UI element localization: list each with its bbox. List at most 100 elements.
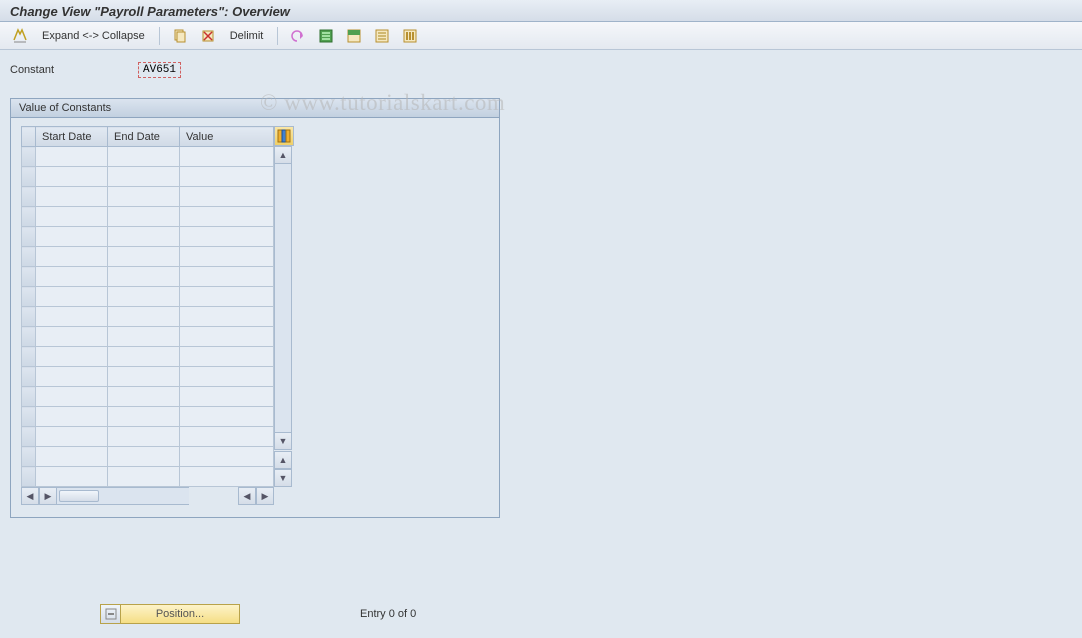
cell-end[interactable] (108, 147, 180, 167)
delimit-button[interactable]: Delimit (224, 30, 270, 42)
hscroll-thumb[interactable] (59, 490, 99, 502)
cell-value[interactable] (180, 287, 274, 307)
cell-start[interactable] (36, 227, 108, 247)
cell-value[interactable] (180, 147, 274, 167)
table-row[interactable] (22, 407, 274, 427)
cell-start[interactable] (36, 147, 108, 167)
cell-value[interactable] (180, 407, 274, 427)
cell-end[interactable] (108, 347, 180, 367)
table-row[interactable] (22, 367, 274, 387)
cell-value[interactable] (180, 427, 274, 447)
cell-value[interactable] (180, 467, 274, 487)
row-selector[interactable] (22, 207, 36, 227)
cell-start[interactable] (36, 387, 108, 407)
cell-end[interactable] (108, 467, 180, 487)
cell-start[interactable] (36, 207, 108, 227)
table-settings-icon[interactable] (398, 26, 422, 46)
table-row[interactable] (22, 167, 274, 187)
cell-start[interactable] (36, 187, 108, 207)
cell-start[interactable] (36, 307, 108, 327)
row-selector[interactable] (22, 447, 36, 467)
row-selector[interactable] (22, 227, 36, 247)
row-selector[interactable] (22, 367, 36, 387)
cell-start[interactable] (36, 427, 108, 447)
cell-end[interactable] (108, 167, 180, 187)
cell-value[interactable] (180, 327, 274, 347)
undo-icon[interactable] (286, 26, 310, 46)
cell-end[interactable] (108, 447, 180, 467)
cell-start[interactable] (36, 407, 108, 427)
copy-icon[interactable] (168, 26, 192, 46)
cell-value[interactable] (180, 227, 274, 247)
table-row[interactable] (22, 247, 274, 267)
row-selector[interactable] (22, 327, 36, 347)
cell-value[interactable] (180, 367, 274, 387)
table-row[interactable] (22, 307, 274, 327)
hscroll-track[interactable] (57, 487, 189, 505)
col-header-value[interactable]: Value (180, 127, 274, 147)
cell-value[interactable] (180, 207, 274, 227)
scroll-right-step-icon[interactable]: ▶ (39, 487, 57, 505)
row-selector[interactable] (22, 267, 36, 287)
position-button[interactable]: Position... (100, 604, 240, 624)
cell-start[interactable] (36, 167, 108, 187)
delete-icon[interactable] (196, 26, 220, 46)
cell-value[interactable] (180, 307, 274, 327)
row-selector[interactable] (22, 387, 36, 407)
scroll-up-icon[interactable]: ▲ (274, 146, 292, 164)
row-selector[interactable] (22, 147, 36, 167)
table-row[interactable] (22, 347, 274, 367)
cell-end[interactable] (108, 247, 180, 267)
cell-start[interactable] (36, 247, 108, 267)
row-selector[interactable] (22, 187, 36, 207)
table-row[interactable] (22, 187, 274, 207)
cell-value[interactable] (180, 447, 274, 467)
cell-start[interactable] (36, 287, 108, 307)
row-selector[interactable] (22, 407, 36, 427)
select-all-header[interactable] (22, 127, 36, 147)
cell-value[interactable] (180, 167, 274, 187)
cell-start[interactable] (36, 467, 108, 487)
cell-value[interactable] (180, 267, 274, 287)
scroll-down-icon[interactable]: ▼ (274, 432, 292, 450)
row-selector[interactable] (22, 287, 36, 307)
cell-start[interactable] (36, 367, 108, 387)
deselect-all-icon[interactable] (370, 26, 394, 46)
row-selector[interactable] (22, 347, 36, 367)
cell-end[interactable] (108, 427, 180, 447)
table-row[interactable] (22, 467, 274, 487)
constants-table[interactable]: Start Date End Date Value (21, 126, 274, 487)
row-selector[interactable] (22, 167, 36, 187)
cell-end[interactable] (108, 267, 180, 287)
cell-start[interactable] (36, 347, 108, 367)
scroll-left-end-icon[interactable]: ◀ (238, 487, 256, 505)
row-selector[interactable] (22, 247, 36, 267)
cell-value[interactable] (180, 387, 274, 407)
cell-end[interactable] (108, 367, 180, 387)
table-row[interactable] (22, 427, 274, 447)
table-row[interactable] (22, 327, 274, 347)
scroll-down-2-icon[interactable]: ▼ (274, 469, 292, 487)
row-selector[interactable] (22, 467, 36, 487)
table-row[interactable] (22, 227, 274, 247)
select-block-icon[interactable] (342, 26, 366, 46)
table-config-icon[interactable] (274, 126, 294, 146)
cell-end[interactable] (108, 287, 180, 307)
expand-collapse-button[interactable]: Expand <-> Collapse (36, 30, 151, 42)
cell-end[interactable] (108, 307, 180, 327)
table-row[interactable] (22, 147, 274, 167)
cell-value[interactable] (180, 247, 274, 267)
cell-end[interactable] (108, 187, 180, 207)
table-row[interactable] (22, 267, 274, 287)
row-selector[interactable] (22, 427, 36, 447)
cell-start[interactable] (36, 447, 108, 467)
cell-start[interactable] (36, 327, 108, 347)
col-header-start[interactable]: Start Date (36, 127, 108, 147)
cell-end[interactable] (108, 387, 180, 407)
table-row[interactable] (22, 447, 274, 467)
scroll-up-2-icon[interactable]: ▲ (274, 451, 292, 469)
cell-value[interactable] (180, 347, 274, 367)
scroll-right-icon[interactable]: ▶ (256, 487, 274, 505)
table-row[interactable] (22, 207, 274, 227)
toggle-display-icon[interactable] (8, 26, 32, 46)
